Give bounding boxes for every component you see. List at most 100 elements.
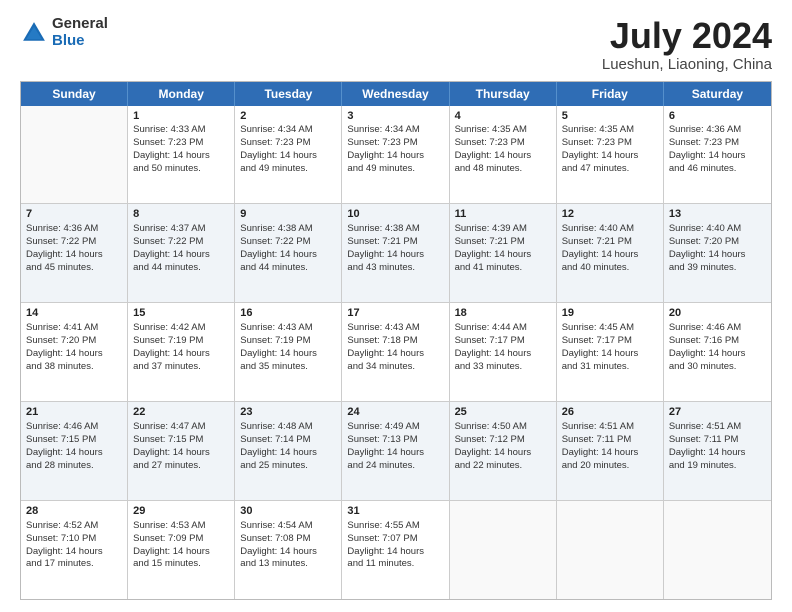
calendar-cell xyxy=(664,501,771,599)
daylight-minutes-text: and 19 minutes. xyxy=(669,460,737,471)
daylight-minutes-text: and 30 minutes. xyxy=(669,361,737,372)
day-number: 30 xyxy=(240,504,336,519)
sunset-text: Sunset: 7:23 PM xyxy=(455,137,525,148)
subtitle: Lueshun, Liaoning, China xyxy=(602,56,772,73)
daylight-hours-text: Daylight: 14 hours xyxy=(240,447,317,458)
logo-blue: Blue xyxy=(52,33,108,50)
daylight-minutes-text: and 40 minutes. xyxy=(562,262,630,273)
daylight-minutes-text: and 37 minutes. xyxy=(133,361,201,372)
calendar-cell xyxy=(21,106,128,204)
sunrise-text: Sunrise: 4:51 AM xyxy=(562,421,634,432)
sunrise-text: Sunrise: 4:38 AM xyxy=(240,223,312,234)
daylight-hours-text: Daylight: 14 hours xyxy=(26,546,103,557)
sunset-text: Sunset: 7:19 PM xyxy=(133,335,203,346)
day-number: 27 xyxy=(669,405,766,420)
day-number: 5 xyxy=(562,109,658,124)
sunrise-text: Sunrise: 4:40 AM xyxy=(669,223,741,234)
day-number: 18 xyxy=(455,306,551,321)
sunset-text: Sunset: 7:23 PM xyxy=(562,137,632,148)
calendar-cell: 12Sunrise: 4:40 AMSunset: 7:21 PMDayligh… xyxy=(557,204,664,302)
daylight-hours-text: Daylight: 14 hours xyxy=(669,348,746,359)
sunrise-text: Sunrise: 4:48 AM xyxy=(240,421,312,432)
sunrise-text: Sunrise: 4:35 AM xyxy=(562,124,634,135)
daylight-hours-text: Daylight: 14 hours xyxy=(240,150,317,161)
day-number: 21 xyxy=(26,405,122,420)
daylight-hours-text: Daylight: 14 hours xyxy=(133,348,210,359)
header: General Blue July 2024 Lueshun, Liaoning… xyxy=(20,16,772,73)
calendar-cell: 27Sunrise: 4:51 AMSunset: 7:11 PMDayligh… xyxy=(664,402,771,500)
logo-text: General Blue xyxy=(52,16,108,49)
sunrise-text: Sunrise: 4:40 AM xyxy=(562,223,634,234)
sunset-text: Sunset: 7:07 PM xyxy=(347,533,417,544)
logo-general: General xyxy=(52,16,108,33)
daylight-hours-text: Daylight: 14 hours xyxy=(26,447,103,458)
daylight-minutes-text: and 39 minutes. xyxy=(669,262,737,273)
day-number: 20 xyxy=(669,306,766,321)
sunset-text: Sunset: 7:11 PM xyxy=(669,434,739,445)
daylight-hours-text: Daylight: 14 hours xyxy=(133,249,210,260)
sunrise-text: Sunrise: 4:52 AM xyxy=(26,520,98,531)
sunrise-text: Sunrise: 4:49 AM xyxy=(347,421,419,432)
daylight-minutes-text: and 45 minutes. xyxy=(26,262,94,273)
sunset-text: Sunset: 7:22 PM xyxy=(133,236,203,247)
daylight-hours-text: Daylight: 14 hours xyxy=(347,546,424,557)
calendar-cell: 21Sunrise: 4:46 AMSunset: 7:15 PMDayligh… xyxy=(21,402,128,500)
day-number: 15 xyxy=(133,306,229,321)
sunset-text: Sunset: 7:18 PM xyxy=(347,335,417,346)
sunset-text: Sunset: 7:23 PM xyxy=(347,137,417,148)
sunset-text: Sunset: 7:15 PM xyxy=(133,434,203,445)
daylight-hours-text: Daylight: 14 hours xyxy=(562,150,639,161)
logo-icon xyxy=(20,19,48,47)
day-number: 4 xyxy=(455,109,551,124)
sunrise-text: Sunrise: 4:41 AM xyxy=(26,322,98,333)
daylight-hours-text: Daylight: 14 hours xyxy=(240,546,317,557)
calendar-cell: 16Sunrise: 4:43 AMSunset: 7:19 PMDayligh… xyxy=(235,303,342,401)
calendar-row: 28Sunrise: 4:52 AMSunset: 7:10 PMDayligh… xyxy=(21,501,771,599)
calendar-cell: 26Sunrise: 4:51 AMSunset: 7:11 PMDayligh… xyxy=(557,402,664,500)
sunrise-text: Sunrise: 4:47 AM xyxy=(133,421,205,432)
daylight-minutes-text: and 27 minutes. xyxy=(133,460,201,471)
daylight-minutes-text: and 17 minutes. xyxy=(26,558,94,569)
header-day-wednesday: Wednesday xyxy=(342,82,449,106)
calendar-cell: 19Sunrise: 4:45 AMSunset: 7:17 PMDayligh… xyxy=(557,303,664,401)
daylight-minutes-text: and 13 minutes. xyxy=(240,558,308,569)
daylight-hours-text: Daylight: 14 hours xyxy=(133,150,210,161)
day-number: 10 xyxy=(347,207,443,222)
calendar-cell: 10Sunrise: 4:38 AMSunset: 7:21 PMDayligh… xyxy=(342,204,449,302)
header-day-tuesday: Tuesday xyxy=(235,82,342,106)
sunset-text: Sunset: 7:12 PM xyxy=(455,434,525,445)
sunset-text: Sunset: 7:21 PM xyxy=(347,236,417,247)
calendar-cell xyxy=(557,501,664,599)
sunset-text: Sunset: 7:19 PM xyxy=(240,335,310,346)
daylight-hours-text: Daylight: 14 hours xyxy=(455,249,532,260)
calendar-cell: 17Sunrise: 4:43 AMSunset: 7:18 PMDayligh… xyxy=(342,303,449,401)
daylight-hours-text: Daylight: 14 hours xyxy=(455,348,532,359)
calendar-cell: 6Sunrise: 4:36 AMSunset: 7:23 PMDaylight… xyxy=(664,106,771,204)
calendar-cell: 22Sunrise: 4:47 AMSunset: 7:15 PMDayligh… xyxy=(128,402,235,500)
daylight-minutes-text: and 24 minutes. xyxy=(347,460,415,471)
header-day-thursday: Thursday xyxy=(450,82,557,106)
day-number: 13 xyxy=(669,207,766,222)
day-number: 2 xyxy=(240,109,336,124)
daylight-minutes-text: and 15 minutes. xyxy=(133,558,201,569)
sunrise-text: Sunrise: 4:35 AM xyxy=(455,124,527,135)
daylight-minutes-text: and 25 minutes. xyxy=(240,460,308,471)
calendar-cell: 14Sunrise: 4:41 AMSunset: 7:20 PMDayligh… xyxy=(21,303,128,401)
day-number: 12 xyxy=(562,207,658,222)
day-number: 14 xyxy=(26,306,122,321)
daylight-hours-text: Daylight: 14 hours xyxy=(669,447,746,458)
daylight-hours-text: Daylight: 14 hours xyxy=(26,348,103,359)
sunset-text: Sunset: 7:10 PM xyxy=(26,533,96,544)
sunrise-text: Sunrise: 4:53 AM xyxy=(133,520,205,531)
sunset-text: Sunset: 7:23 PM xyxy=(133,137,203,148)
logo: General Blue xyxy=(20,16,108,49)
day-number: 16 xyxy=(240,306,336,321)
sunset-text: Sunset: 7:13 PM xyxy=(347,434,417,445)
day-number: 22 xyxy=(133,405,229,420)
daylight-minutes-text: and 28 minutes. xyxy=(26,460,94,471)
sunset-text: Sunset: 7:23 PM xyxy=(240,137,310,148)
calendar-row: 7Sunrise: 4:36 AMSunset: 7:22 PMDaylight… xyxy=(21,204,771,303)
sunset-text: Sunset: 7:21 PM xyxy=(455,236,525,247)
calendar-cell: 24Sunrise: 4:49 AMSunset: 7:13 PMDayligh… xyxy=(342,402,449,500)
sunrise-text: Sunrise: 4:33 AM xyxy=(133,124,205,135)
